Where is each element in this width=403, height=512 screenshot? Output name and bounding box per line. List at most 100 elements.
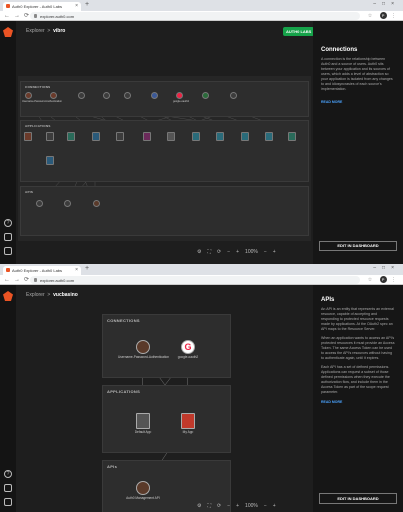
api-label: Auth0 Management API — [126, 496, 160, 500]
window-controls[interactable]: –□× — [373, 1, 400, 7]
edit-in-dashboard-button[interactable]: EDIT IN DASHBOARD — [319, 241, 397, 251]
profile-avatar[interactable]: P — [379, 276, 387, 283]
profile-avatar[interactable]: P — [379, 12, 387, 19]
panel-title: APIs — [321, 297, 335, 303]
apis-label: APIS — [25, 190, 34, 194]
extensions[interactable]: ☆ P ⋮ — [368, 12, 399, 19]
zoom-out-icon[interactable]: − — [227, 249, 230, 255]
logout-icon[interactable] — [4, 498, 12, 506]
application-node[interactable] — [239, 132, 251, 142]
application-icon — [46, 132, 54, 141]
application-node[interactable]: Default App — [123, 413, 163, 434]
edit-in-dashboard-button[interactable]: EDIT IN DASHBOARD — [319, 493, 397, 504]
zoom-in-icon[interactable]: + — [236, 249, 239, 255]
connection-node[interactable]: google-oauth2 — [173, 92, 189, 103]
application-node[interactable] — [165, 132, 177, 142]
api-node[interactable] — [33, 200, 45, 208]
settings-icon[interactable]: ⚙ — [197, 249, 201, 255]
panel-paragraph: A connection is the relationship between… — [321, 57, 393, 92]
auth0-logo-icon[interactable] — [3, 27, 13, 37]
zoom-plus-icon[interactable]: + — [273, 249, 276, 255]
new-tab-icon[interactable]: + — [85, 1, 89, 8]
zoom-toolbar: ⚙ ⛶ ⟳ − +100% − + — [197, 503, 282, 509]
logout-icon[interactable] — [4, 247, 12, 255]
breadcrumb-root[interactable]: Explorer — [26, 292, 45, 298]
cast-icon[interactable] — [4, 233, 12, 241]
close-tab-icon[interactable]: × — [75, 267, 78, 273]
application-node[interactable] — [44, 132, 56, 142]
browser-tab[interactable]: Auth0 Explorer - Auth0 Labs × — [3, 2, 81, 11]
api-node[interactable]: Auth0 Management API — [118, 481, 168, 500]
application-node[interactable] — [90, 132, 102, 142]
zoom-minus-icon[interactable]: − — [264, 249, 267, 255]
zoom-plus-icon[interactable]: + — [273, 503, 276, 509]
panel-text: An API is an entity that represents an e… — [313, 303, 403, 396]
lock-icon — [34, 278, 37, 282]
refresh-icon[interactable]: ⟳ — [217, 503, 221, 509]
browser-tab[interactable]: Auth0 Explorer - Auth0 Labs × — [3, 266, 81, 275]
application-node[interactable] — [214, 132, 226, 142]
help-icon[interactable]: ? — [4, 470, 12, 478]
connections-label: CONNECTIONS — [25, 85, 51, 89]
zoom-minus-icon[interactable]: − — [264, 503, 267, 509]
api-node[interactable] — [61, 200, 73, 208]
window-controls[interactable]: –□× — [373, 265, 400, 271]
connection-node[interactable] — [47, 92, 59, 100]
application-icon — [241, 132, 249, 141]
address-bar: ←→⟳ explorer.auth0.com ☆ P ⋮ — [0, 11, 403, 21]
application-icon — [92, 132, 100, 141]
breadcrumb-root[interactable]: Explorer — [26, 28, 45, 34]
application-node[interactable]: My App — [168, 413, 208, 434]
connection-node[interactable] — [148, 92, 160, 100]
sidebar: ? — [0, 21, 16, 264]
connection-node[interactable] — [227, 92, 239, 100]
url-field[interactable]: explorer.auth0.com — [30, 276, 360, 284]
connection-label: google-oauth2 — [177, 355, 199, 359]
url-text: explorer.auth0.com — [40, 14, 75, 19]
database-icon — [49, 92, 57, 99]
read-more-link[interactable]: READ MORE — [313, 400, 403, 404]
application-node[interactable] — [22, 132, 34, 142]
apis-group: APIS — [20, 186, 309, 236]
read-more-link[interactable]: READ MORE — [313, 96, 403, 104]
graph-canvas[interactable]: CONNECTIONS APPLICATIONS APIs Username-P… — [18, 305, 311, 512]
database-icon — [136, 340, 150, 354]
application-node[interactable] — [65, 132, 77, 142]
application-node[interactable] — [263, 132, 275, 142]
cast-icon[interactable] — [4, 484, 12, 492]
application-node[interactable] — [44, 156, 56, 166]
refresh-icon[interactable]: ⟳ — [217, 249, 221, 255]
connection-node[interactable] — [75, 92, 87, 100]
application-label: My App — [182, 430, 194, 434]
connection-node[interactable] — [121, 92, 133, 100]
settings-icon[interactable]: ⚙ — [197, 503, 201, 509]
extensions[interactable]: ☆ P ⋮ — [368, 276, 399, 283]
panel-paragraph: When an application wants to access an A… — [321, 336, 395, 361]
new-tab-icon[interactable]: + — [85, 265, 89, 272]
nav-buttons[interactable]: ←→⟳ — [4, 12, 33, 19]
api-node[interactable] — [90, 200, 102, 208]
fit-screen-icon[interactable]: ⛶ — [207, 503, 211, 509]
application-node[interactable] — [114, 132, 126, 142]
explorer-app: ? Explorer > vibro AUTH0 LABS CONNECTION… — [0, 21, 403, 264]
application-node[interactable] — [286, 132, 298, 142]
close-tab-icon[interactable]: × — [75, 3, 78, 9]
connection-node[interactable]: G google-oauth2 — [168, 340, 208, 359]
connection-label: google-oauth2 — [173, 100, 189, 103]
auth0-logo-icon[interactable] — [3, 291, 13, 301]
connection-node[interactable] — [100, 92, 112, 100]
fit-screen-icon[interactable]: ⛶ — [207, 249, 211, 255]
graph-canvas[interactable]: CONNECTIONS APPLICATIONS APIS Username-P… — [18, 76, 311, 241]
nav-buttons[interactable]: ←→⟳ — [4, 276, 33, 283]
connection-node[interactable]: Username-Password-Authentication — [22, 92, 62, 103]
connection-node[interactable] — [199, 92, 211, 100]
application-node[interactable] — [141, 132, 153, 142]
application-icon — [136, 413, 150, 429]
connection-node[interactable]: Username-Password-Authentication — [118, 340, 169, 359]
zoom-in-icon[interactable]: + — [236, 503, 239, 509]
url-field[interactable]: explorer.auth0.com — [30, 12, 360, 20]
application-node[interactable] — [190, 132, 202, 142]
help-icon[interactable]: ? — [4, 219, 12, 227]
zoom-out-icon[interactable]: − — [227, 503, 230, 509]
google-icon: G — [181, 340, 195, 354]
